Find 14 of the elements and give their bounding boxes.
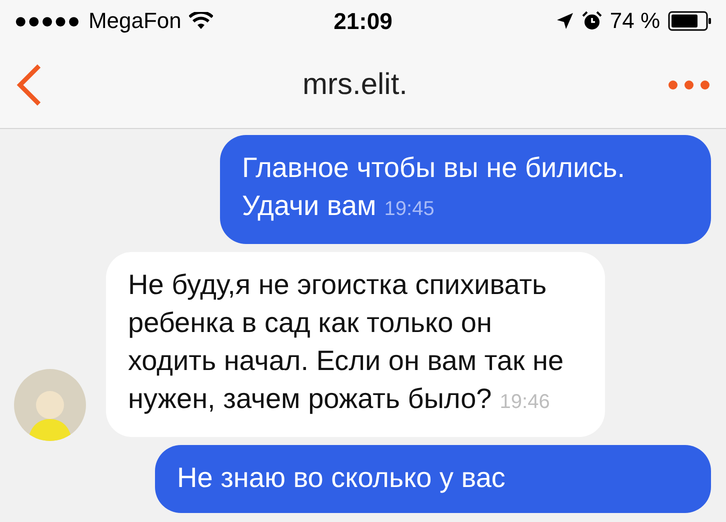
- chevron-left-icon: [16, 64, 42, 106]
- alarm-clock-icon: [582, 11, 602, 31]
- battery-percentage: 74 %: [610, 8, 660, 34]
- wifi-icon: [189, 12, 214, 30]
- more-dots-icon: [668, 80, 710, 90]
- signal-strength: ●●●●●: [14, 8, 80, 34]
- outgoing-message: Не знаю во сколько у вас: [155, 445, 711, 513]
- incoming-message: Не буду,я не эгоистка спихивать ребенка в сад как только он ходить начал. Если он вам так не нужен, зачем рожать было? 19:46: [106, 252, 605, 437]
- clock-time: 21:09: [334, 8, 392, 34]
- carrier-name: MegaFon: [88, 8, 182, 34]
- chat-title: mrs.elit.: [302, 68, 408, 102]
- location-arrow-icon: [556, 12, 574, 30]
- outgoing-message: Главное чтобы вы не бились. Удачи вам 19:45: [220, 135, 711, 244]
- battery-icon: [668, 11, 712, 31]
